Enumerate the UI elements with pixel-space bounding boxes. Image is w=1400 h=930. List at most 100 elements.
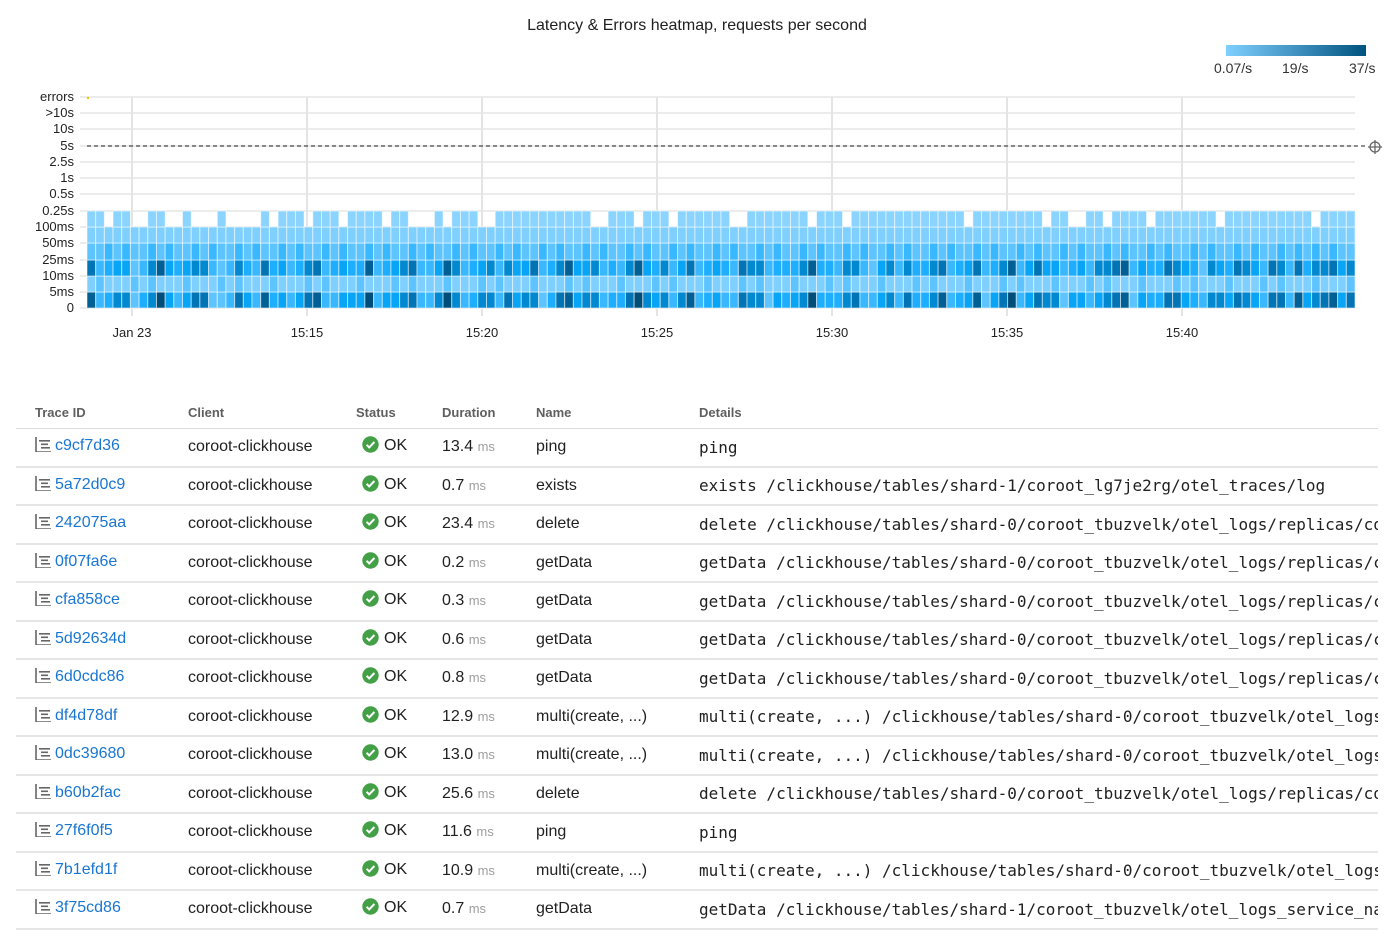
duration-unit: ms xyxy=(468,477,487,493)
heatmap-cell xyxy=(1258,291,1269,309)
heatmap-cell xyxy=(1093,291,1104,309)
table-row[interactable]: 5d92634d coroot-clickhouse OK 0.6 ms getData… xyxy=(16,620,1378,660)
heatmap-cell xyxy=(1319,259,1330,277)
table-row[interactable]: 3f75cd86 coroot-clickhouse OK 0.7 ms getData… xyxy=(16,890,1378,930)
trace-id-link[interactable]: 0f07fa6e xyxy=(55,553,117,570)
heatmap-cell xyxy=(329,226,340,244)
heatmap-cell xyxy=(859,291,870,309)
trace-id-link[interactable]: 6d0cdc86 xyxy=(55,668,124,685)
table-row[interactable]: 27f6f0f5 coroot-clickhouse OK 11.6 ms ping pi… xyxy=(16,813,1378,853)
table-row[interactable]: 0dc39680 coroot-clickhouse OK 13.0 ms multi(… xyxy=(16,736,1378,776)
header-details[interactable]: Details xyxy=(699,396,1378,429)
heatmap-cell xyxy=(407,275,418,293)
trace-id-link[interactable]: df4d78df xyxy=(55,707,117,724)
table-row[interactable]: 6d0cdc86 coroot-clickhouse OK 0.8 ms getData… xyxy=(16,659,1378,699)
trace-id-link[interactable]: 0dc39680 xyxy=(55,745,125,762)
table-row[interactable]: c9cf7d36 coroot-clickhouse OK 13.4 ms ping pi… xyxy=(16,428,1378,468)
heatmap-cell xyxy=(364,210,375,228)
crosshair-icon[interactable] xyxy=(1368,140,1382,154)
heatmap-cell xyxy=(364,226,375,244)
table-row[interactable]: b60b2fac coroot-clickhouse OK 25.6 ms delete… xyxy=(16,774,1378,814)
trace-waterfall-icon xyxy=(35,706,51,727)
header-client[interactable]: Client xyxy=(188,396,356,429)
heatmap-cell xyxy=(1311,291,1321,309)
heatmap-cell xyxy=(694,210,705,228)
table-row[interactable]: 242075aa coroot-clickhouse OK 23.4 ms delete… xyxy=(16,505,1378,545)
heatmap-cell xyxy=(451,226,461,244)
heatmap-cell xyxy=(1285,226,1295,244)
heatmap-cell xyxy=(433,210,444,228)
heatmap-cell xyxy=(937,291,948,309)
heatmap-cell xyxy=(1041,275,1052,293)
heatmap-cell xyxy=(963,259,974,277)
heatmap-cell xyxy=(95,226,105,244)
trace-id-link[interactable]: 7b1efd1f xyxy=(55,861,117,878)
heatmap-cell xyxy=(1189,259,1200,277)
heatmap-cell xyxy=(260,226,270,244)
heatmap-cell xyxy=(564,210,574,228)
trace-id-link[interactable]: 3f75cd86 xyxy=(55,899,121,916)
heatmap-cell xyxy=(816,275,826,293)
heatmap-cell xyxy=(937,226,948,244)
trace-id-link[interactable]: 5d92634d xyxy=(55,630,126,647)
y-tick-label: 5ms xyxy=(49,284,74,299)
duration-value: 13.4 xyxy=(442,438,474,456)
heatmap-cell xyxy=(1050,275,1061,293)
heatmap-cell xyxy=(772,259,783,277)
header-name[interactable]: Name xyxy=(536,396,699,429)
header-status[interactable]: Status xyxy=(356,396,442,429)
heatmap-cell xyxy=(928,275,939,293)
heatmap-cell xyxy=(685,275,696,293)
heatmap-cell xyxy=(512,210,522,228)
table-row[interactable]: 5a72d0c9 coroot-clickhouse OK 0.7 ms exists e… xyxy=(16,466,1378,506)
table-row[interactable]: df4d78df coroot-clickhouse OK 12.9 ms multi(… xyxy=(16,697,1378,737)
heatmap-cell xyxy=(312,242,322,261)
heatmap-cell xyxy=(494,242,505,261)
heatmap-cell xyxy=(86,242,97,261)
heatmap-cell xyxy=(121,242,131,261)
heatmap-cell xyxy=(1154,242,1165,261)
heatmap-cell xyxy=(338,275,349,293)
heatmap-cell xyxy=(1111,275,1121,293)
heatmap-cell xyxy=(225,259,236,277)
heatmap-cell xyxy=(607,275,618,293)
table-row[interactable]: 7b1efd1f coroot-clickhouse OK 10.9 ms multi(… xyxy=(16,851,1378,891)
heatmap-cell xyxy=(685,226,696,244)
trace-id-link[interactable]: 5a72d0c9 xyxy=(55,476,125,493)
heatmap-cell xyxy=(842,242,852,261)
trace-id-link[interactable]: 27f6f0f5 xyxy=(55,822,113,839)
heatmap-cell xyxy=(772,275,783,293)
heatmap-cell xyxy=(1302,291,1313,309)
duration-unit: ms xyxy=(477,516,495,532)
heatmap-cell xyxy=(868,226,878,244)
heatmap-cell xyxy=(1050,291,1061,309)
heatmap-cell xyxy=(677,242,687,261)
trace-id-link[interactable]: cfa858ce xyxy=(55,591,120,608)
heatmap-cell xyxy=(477,259,488,277)
heatmap-cell xyxy=(312,226,322,244)
heatmap-cell xyxy=(981,259,991,277)
trace-waterfall-icon xyxy=(35,899,51,919)
header-trace-id[interactable]: Trace ID xyxy=(16,396,188,429)
heatmap-cell xyxy=(1172,259,1182,277)
heatmap-legend: 0.07/s 19/s 37/s xyxy=(1205,45,1385,85)
y-tick-label: errors xyxy=(40,89,74,104)
status-cell: OK xyxy=(356,620,442,660)
heatmap-cell xyxy=(1345,291,1356,309)
trace-id-link[interactable]: c9cf7d36 xyxy=(55,437,120,454)
heatmap-cell xyxy=(347,242,357,261)
latency-heatmap[interactable]: 05ms10ms25ms 50ms100ms0.25s 0.5s1s2.5s5s 10… xyxy=(0,85,1400,345)
heatmap-cell xyxy=(616,275,626,293)
duration-unit: ms xyxy=(477,708,495,724)
x-tick-label: 15:15 xyxy=(291,325,324,340)
heatmap-cell xyxy=(242,275,253,293)
table-row[interactable]: cfa858ce coroot-clickhouse OK 0.3 ms getData… xyxy=(16,582,1378,622)
heatmap-cell xyxy=(1172,226,1182,244)
trace-id-link[interactable]: b60b2fac xyxy=(55,784,121,801)
heatmap-cell xyxy=(894,242,904,261)
header-duration[interactable]: Duration xyxy=(442,396,536,429)
heatmap-cell xyxy=(876,259,887,277)
trace-id-link[interactable]: 242075aa xyxy=(55,514,126,531)
heatmap-cell xyxy=(1128,242,1139,261)
table-row[interactable]: 0f07fa6e coroot-clickhouse OK 0.2 ms getData… xyxy=(16,543,1378,583)
